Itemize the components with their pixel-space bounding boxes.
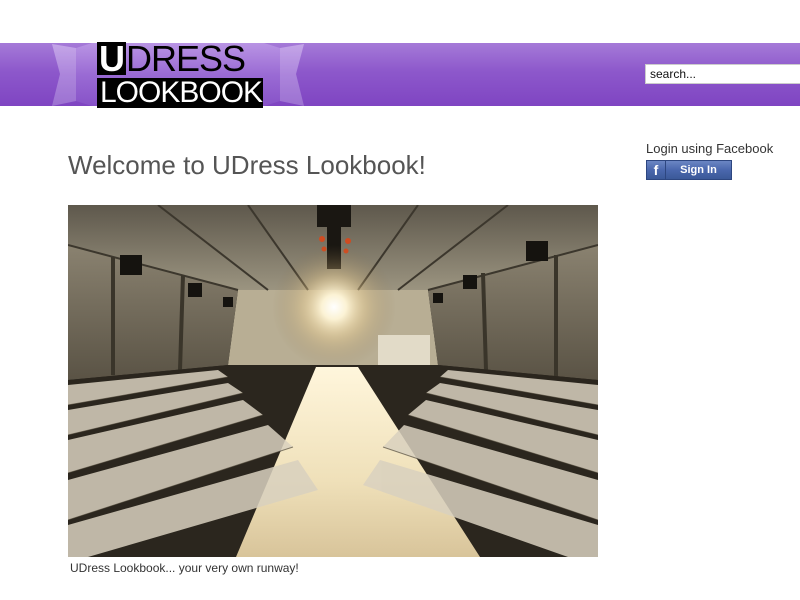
facebook-login-label: Login using Facebook [646, 141, 774, 156]
sign-in-label: Sign In [680, 164, 717, 176]
logo-u-letter: U [97, 38, 126, 79]
logo-wordmark: UDRESS LOOKBOOK [97, 38, 263, 108]
hero-runway-image [68, 205, 598, 557]
search-input[interactable] [645, 64, 800, 84]
logo-line-udress: UDRESS [97, 38, 263, 79]
page: UDRESS LOOKBOOK Welcome to UDress Lookbo… [0, 0, 800, 600]
runway-photo [68, 205, 598, 557]
facebook-sign-in-button[interactable]: f Sign In [646, 160, 732, 180]
image-caption: UDress Lookbook... your very own runway! [70, 561, 299, 575]
logo-dress-text: DRESS [126, 38, 246, 79]
facebook-icon: f [647, 161, 666, 179]
site-logo[interactable]: UDRESS LOOKBOOK [52, 40, 304, 109]
page-title: Welcome to UDress Lookbook! [68, 150, 426, 180]
logo-lookbook-text: LOOKBOOK [97, 78, 263, 108]
